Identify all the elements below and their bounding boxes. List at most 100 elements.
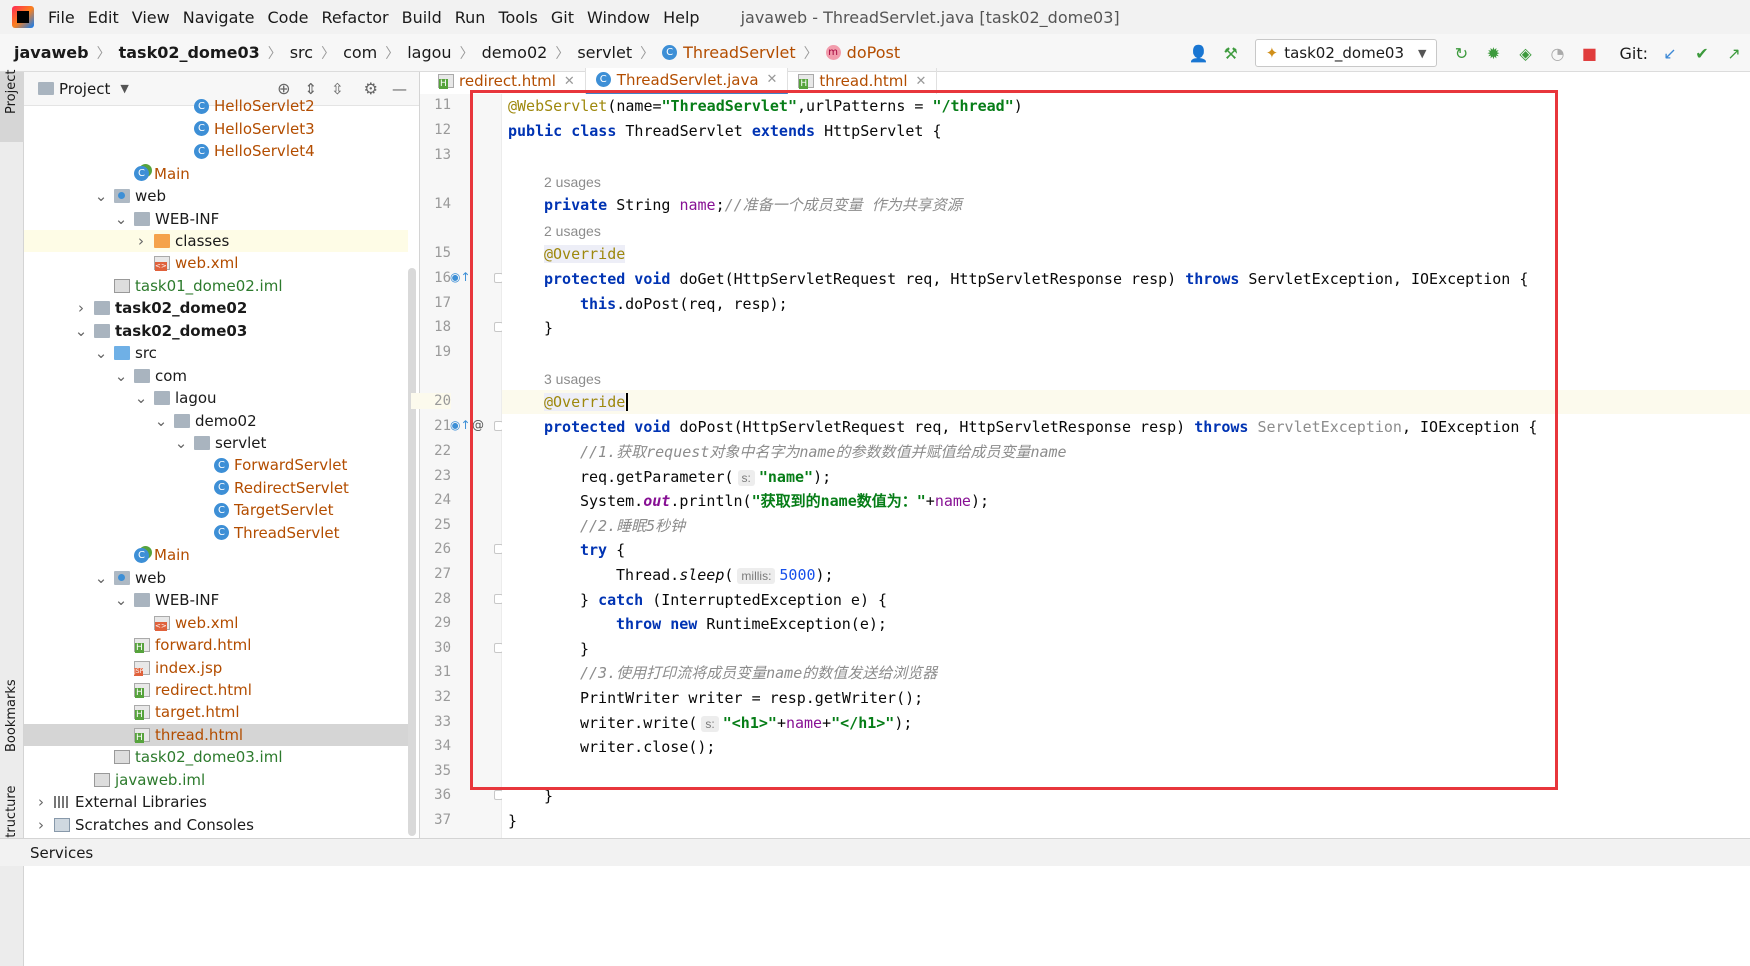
tree-item[interactable]: ⌄ web bbox=[24, 185, 408, 208]
tree-item[interactable]: ⌄ web bbox=[24, 566, 408, 589]
tree-item[interactable]: C HelloServlet4 bbox=[24, 140, 408, 163]
tree-item[interactable]: C ThreadServlet bbox=[24, 522, 408, 545]
chevron-down-icon[interactable]: ⌄ bbox=[94, 569, 108, 587]
line-number: 14 bbox=[434, 196, 451, 212]
structure-side-label[interactable]: Structure bbox=[4, 786, 19, 846]
usages-hint[interactable]: 3 usages bbox=[544, 367, 601, 391]
chevron-down-icon[interactable]: ⌄ bbox=[114, 367, 128, 385]
tab-thread-html[interactable]: thread.html ✕ bbox=[788, 68, 938, 94]
chevron-down-icon[interactable]: ⌄ bbox=[174, 434, 188, 452]
tree-item[interactable]: forward.html bbox=[24, 634, 408, 657]
tree-item[interactable]: index.jsp bbox=[24, 656, 408, 679]
breadcrumb-item[interactable]: com bbox=[343, 43, 377, 62]
tree-item[interactable]: javaweb.iml bbox=[24, 769, 408, 792]
menu-git[interactable]: Git bbox=[551, 8, 574, 27]
tree-item[interactable]: C HelloServlet3 bbox=[24, 117, 408, 140]
menu-edit[interactable]: Edit bbox=[88, 8, 119, 27]
project-side-label[interactable]: Project bbox=[4, 70, 19, 114]
chevron-down-icon[interactable]: ⌄ bbox=[74, 322, 88, 340]
method-icon: m bbox=[825, 45, 841, 60]
breadcrumb-item[interactable]: ThreadServlet bbox=[683, 43, 796, 62]
tree-item[interactable]: C RedirectServlet bbox=[24, 477, 408, 500]
tab-redirect-html[interactable]: redirect.html ✕ bbox=[428, 68, 586, 94]
menu-refactor[interactable]: Refactor bbox=[321, 8, 388, 27]
tree-item[interactable]: ⌄ lagou bbox=[24, 387, 408, 410]
annotation-gutter-icon[interactable]: @ bbox=[472, 418, 484, 432]
chevron-down-icon[interactable]: ⌄ bbox=[134, 389, 148, 407]
menu-code[interactable]: Code bbox=[268, 8, 309, 27]
menu-file[interactable]: File bbox=[48, 8, 75, 27]
run-configuration-select[interactable]: ✦ task02_dome03 ▼ bbox=[1254, 39, 1438, 67]
tree-item[interactable]: C ForwardServlet bbox=[24, 454, 408, 477]
rerun-icon[interactable]: ↻ bbox=[1448, 40, 1474, 66]
chevron-down-icon[interactable]: ⌄ bbox=[94, 344, 108, 362]
tree-item[interactable]: C Main bbox=[24, 544, 408, 567]
chevron-down-icon[interactable]: ▼ bbox=[120, 82, 128, 95]
editor-gutter[interactable]: 11 12 13 14 15 16 17 18 19 20 21 22 23 24 25 26 27 28 29 30… bbox=[411, 94, 531, 838]
close-icon[interactable]: ✕ bbox=[767, 72, 778, 87]
tree-item[interactable]: ⌄ servlet bbox=[24, 432, 408, 455]
user-icon[interactable]: 👤 bbox=[1186, 40, 1212, 66]
override-gutter-icon[interactable]: ◉↑ bbox=[450, 418, 471, 432]
build-hammer-icon[interactable]: ⚒ bbox=[1218, 40, 1244, 66]
tree-item[interactable]: ⌄ WEB-INF bbox=[24, 207, 408, 230]
tree-item[interactable]: thread.html bbox=[24, 723, 408, 747]
coverage-icon[interactable]: ◈ bbox=[1512, 40, 1538, 66]
menu-run[interactable]: Run bbox=[455, 8, 486, 27]
chevron-right-icon[interactable]: › bbox=[134, 232, 148, 250]
breadcrumb-item[interactable]: javaweb bbox=[14, 43, 89, 62]
breadcrumb-item[interactable]: demo02 bbox=[482, 43, 548, 62]
menu-navigate[interactable]: Navigate bbox=[183, 8, 255, 27]
tree-item[interactable]: › task02_dome02 bbox=[24, 297, 408, 320]
chevron-down-icon[interactable]: ⌄ bbox=[114, 591, 128, 609]
breadcrumb-item[interactable]: task02_dome03 bbox=[119, 43, 260, 62]
tree-item[interactable]: task02_dome03.iml bbox=[24, 746, 408, 769]
code-editor[interactable]: @WebServlet(name="ThreadServlet",urlPatt… bbox=[502, 94, 1750, 838]
tree-item[interactable]: ⌄ task02_dome03 bbox=[24, 320, 408, 343]
menu-window[interactable]: Window bbox=[587, 8, 650, 27]
tree-item[interactable]: › External Libraries bbox=[24, 791, 408, 814]
menu-tools[interactable]: Tools bbox=[498, 8, 537, 27]
chevron-down-icon[interactable]: ⌄ bbox=[154, 412, 168, 430]
tree-item[interactable]: target.html bbox=[24, 701, 408, 724]
debug-bug-icon[interactable]: ✹ bbox=[1480, 40, 1506, 66]
profile-icon[interactable]: ◔ bbox=[1544, 40, 1570, 66]
menu-help[interactable]: Help bbox=[663, 8, 699, 27]
tree-item[interactable]: web.xml bbox=[24, 611, 408, 634]
tree-item[interactable]: redirect.html bbox=[24, 679, 408, 702]
tree-item[interactable]: task01_dome02.iml bbox=[24, 275, 408, 298]
tree-item[interactable]: web.xml bbox=[24, 252, 408, 275]
breadcrumb-item[interactable]: servlet bbox=[577, 43, 632, 62]
chevron-down-icon[interactable]: ⌄ bbox=[94, 187, 108, 205]
chevron-right-icon[interactable]: › bbox=[34, 816, 48, 834]
bookmarks-side-label[interactable]: Bookmarks bbox=[4, 679, 19, 752]
git-update-icon[interactable]: ↙ bbox=[1657, 40, 1683, 66]
tree-item[interactable]: › classes bbox=[24, 229, 408, 253]
tree-item[interactable]: ⌄ src bbox=[24, 342, 408, 365]
tree-item[interactable]: C Main bbox=[24, 162, 408, 185]
chevron-right-icon[interactable]: › bbox=[34, 793, 48, 811]
close-icon[interactable]: ✕ bbox=[564, 74, 575, 89]
menu-view[interactable]: View bbox=[132, 8, 170, 27]
breadcrumb-item[interactable]: doPost bbox=[847, 43, 900, 62]
tree-item[interactable]: › Scratches and Consoles bbox=[24, 813, 408, 836]
tree-item[interactable]: ⌄ WEB-INF bbox=[24, 589, 408, 612]
stop-icon[interactable]: ■ bbox=[1576, 40, 1602, 66]
tree-item[interactable]: C TargetServlet bbox=[24, 499, 408, 522]
usages-hint[interactable]: 2 usages bbox=[544, 170, 601, 194]
git-commit-icon[interactable]: ✔ bbox=[1689, 40, 1715, 66]
close-icon[interactable]: ✕ bbox=[916, 74, 927, 89]
menu-build[interactable]: Build bbox=[402, 8, 442, 27]
usages-hint[interactable]: 2 usages bbox=[544, 219, 601, 243]
chevron-right-icon[interactable]: › bbox=[74, 299, 88, 317]
override-gutter-icon[interactable]: ◉↑ bbox=[450, 270, 471, 284]
breadcrumb-item[interactable]: src bbox=[290, 43, 313, 62]
breadcrumb-item[interactable]: lagou bbox=[407, 43, 451, 62]
git-push-icon[interactable]: ↗ bbox=[1721, 40, 1747, 66]
tree-item[interactable]: ⌄ com bbox=[24, 364, 408, 387]
chevron-down-icon[interactable]: ⌄ bbox=[114, 210, 128, 228]
tree-item[interactable]: ⌄ demo02 bbox=[24, 409, 408, 432]
tree-item[interactable]: C HelloServlet2 bbox=[24, 95, 408, 118]
tab-threadservlet-java[interactable]: C ThreadServlet.java ✕ bbox=[585, 68, 789, 94]
services-tool-label[interactable]: Services bbox=[30, 844, 93, 862]
